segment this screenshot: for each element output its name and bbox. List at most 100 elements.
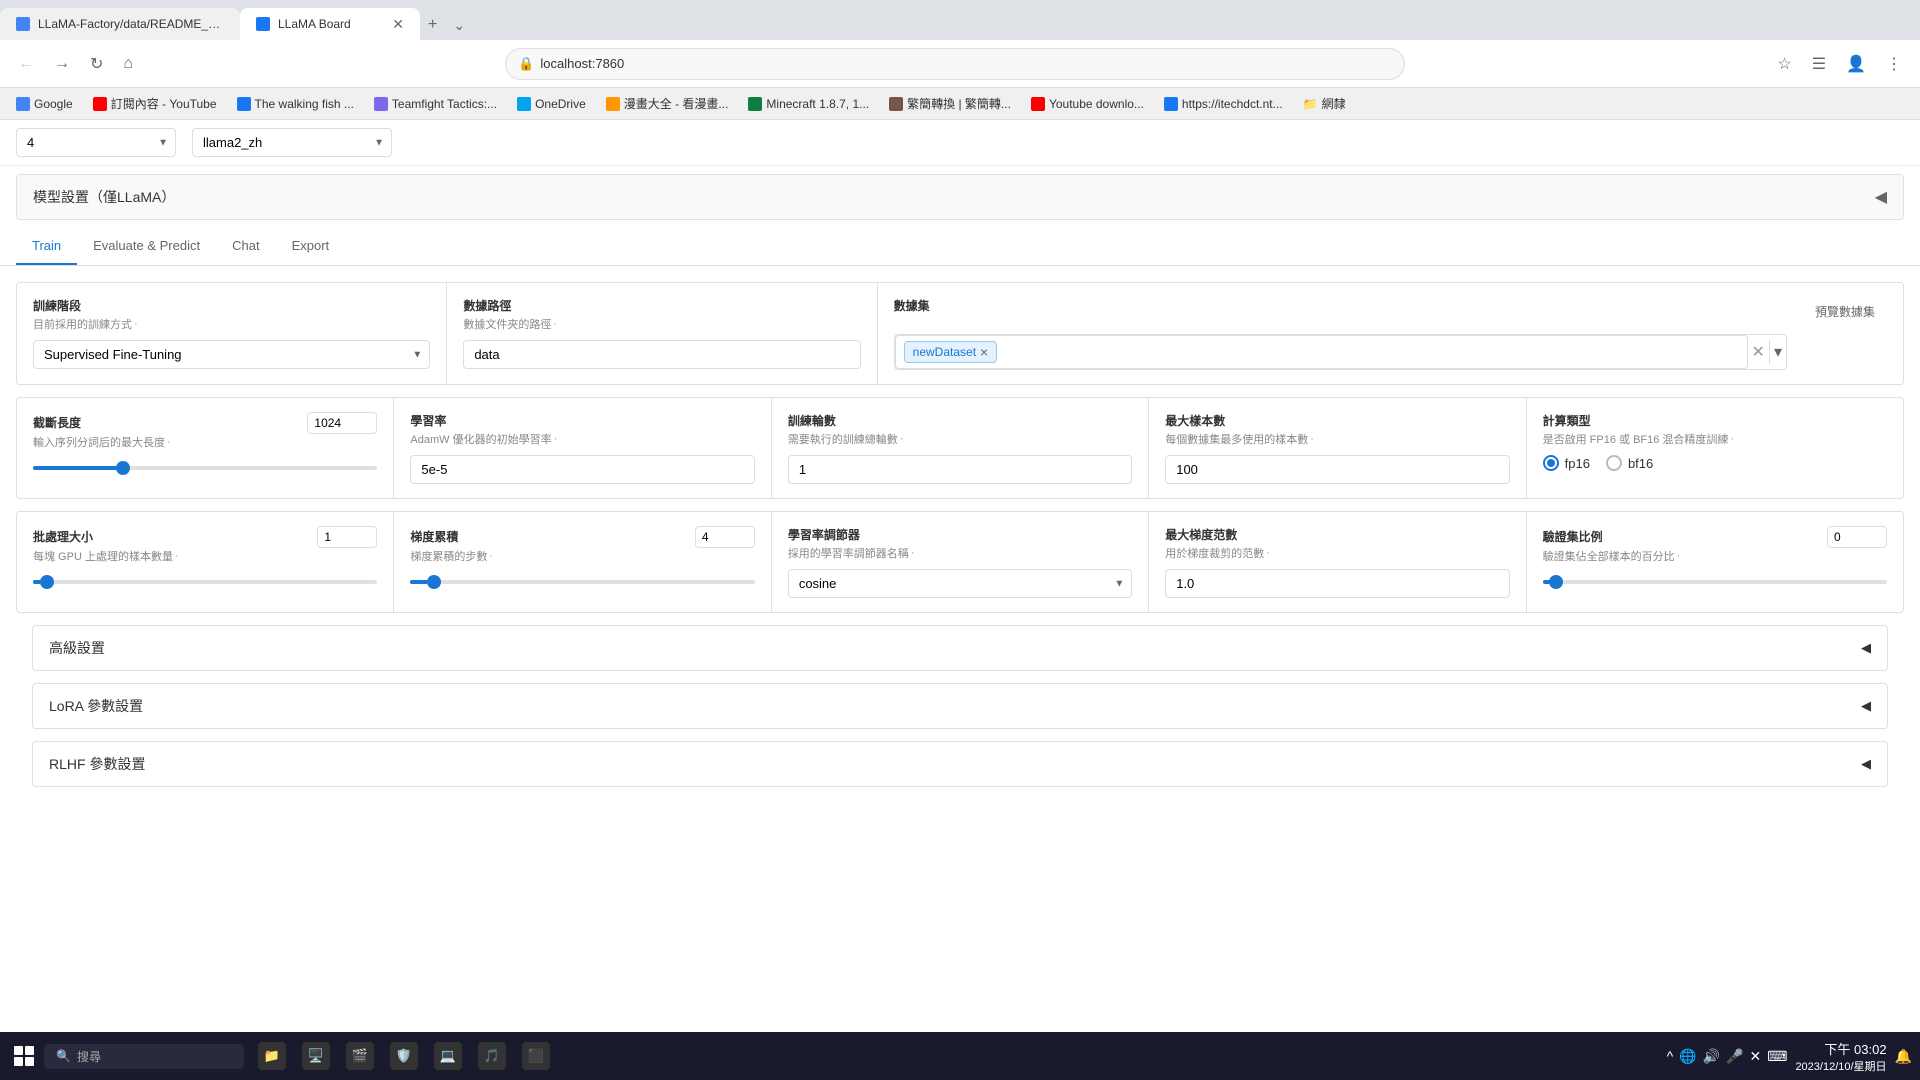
cutoff-len-input[interactable] [307,412,377,434]
bookmark-convert[interactable]: 繁簡轉換 | 繁簡轉... [881,93,1019,114]
reload-button[interactable]: ↻ [84,50,109,78]
val-ratio-input[interactable] [1827,526,1887,548]
tab-bar: LLaMA-Factory/data/README_zh.m... LLaMA … [0,0,1920,40]
cutoff-len-slider[interactable] [33,466,377,470]
tab-train[interactable]: Train [16,228,77,265]
bookmark-onedrive[interactable]: OneDrive [509,95,594,113]
taskbar: 🔍 搜尋 📁 🖥️ 🎬 🛡️ 💻 🎵 ⬛ [0,1032,1920,1080]
compute-type-desc: 是否啟用 FP16 或 BF16 混合精度訓練 · [1543,431,1887,447]
tray-mic-icon[interactable]: 🎤 [1726,1048,1743,1065]
batch-size-label: 批處理大小 [33,528,93,545]
tray-antivirus-icon[interactable]: ✕ [1749,1048,1761,1065]
preview-dataset-button[interactable]: 預覽數據集 [1803,297,1887,326]
tab-overflow-icon[interactable]: ⌄ [445,11,473,40]
lr-scheduler-select[interactable]: cosine linear constant [788,569,1132,598]
model-settings-section[interactable]: 模型設置（僅LLaMA） ◀ [16,174,1904,220]
lora-settings-chevron: ◀ [1861,698,1871,714]
bookmark-google[interactable]: Google [8,95,81,113]
fp16-radio-circle [1543,455,1559,471]
new-tab-button[interactable]: + [420,10,445,40]
taskbar-search[interactable]: 🔍 搜尋 [44,1044,244,1069]
dataset-tag-text: newDataset [913,345,976,359]
rlhf-settings-title: RLHF 參數設置 [49,754,145,774]
grad-accum-slider[interactable] [410,580,754,584]
bookmark-walkingfish[interactable]: The walking fish ... [229,95,362,113]
bookmark-minecraft[interactable]: Minecraft 1.8.7, 1... [740,95,877,113]
grad-accum-input[interactable] [695,526,755,548]
dataset-tag-close-icon[interactable]: × [980,344,988,360]
advanced-settings-header[interactable]: 高級設置 ◀ [33,626,1887,670]
taskbar-explorer-button[interactable]: 🖥️ [296,1036,336,1076]
cutoff-len-cell: 截斷長度 輸入序列分詞后的最大長度 · [17,398,394,498]
address-input[interactable]: 🔒 localhost:7860 [505,48,1405,80]
start-button[interactable] [8,1040,40,1072]
model-settings-title: 模型設置（僅LLaMA） [33,187,175,207]
extensions-button[interactable]: ☰ [1806,50,1832,78]
tab2-favicon [256,17,270,31]
top-select-2[interactable]: llama2_zh llama2 default [192,128,392,157]
grad-accum-label: 梯度累積 [410,528,458,545]
menu-button[interactable]: ⋮ [1880,50,1908,78]
profile-button[interactable]: 👤 [1840,50,1872,78]
time-block[interactable]: 下午 03:02 2023/12/10/星期日 [1795,1039,1886,1074]
bookmark-youtube[interactable]: 訂閱內容 - YouTube [85,93,225,114]
bookmark-itech[interactable]: https://itechdct.nt... [1156,95,1291,113]
tray-expand-icon[interactable]: ^ [1667,1048,1674,1064]
taskbar-terminal-button[interactable]: ⬛ [516,1036,556,1076]
taskbar-security-button[interactable]: 🛡️ [384,1036,424,1076]
home-button[interactable]: ⌂ [117,51,139,77]
compute-type-fp16[interactable]: fp16 [1543,455,1590,471]
tab-chat[interactable]: Chat [216,228,275,265]
dataset-input-row: newDataset × ✕ ▾ [894,334,1787,370]
dataset-label: 數據集 [894,297,1787,314]
compute-type-bf16[interactable]: bf16 [1606,455,1653,471]
dataset-cell: 數據集 newDataset × [878,283,1903,384]
top-select-1[interactable]: 4 1 2 8 [16,128,176,157]
training-stage-select[interactable]: Supervised Fine-Tuning Pre-Training RLHF [33,340,430,369]
notification-icon[interactable]: 🔔 [1895,1048,1912,1065]
browser-tab-1[interactable]: LLaMA-Factory/data/README_zh.m... [0,8,240,40]
tab-export[interactable]: Export [276,228,346,265]
tray-volume-icon[interactable]: 🔊 [1703,1048,1720,1065]
taskbar-media-button[interactable]: 🎬 [340,1036,380,1076]
batch-size-slider-container [33,572,377,587]
train-epochs-input[interactable] [788,455,1132,484]
taskbar-code-button[interactable]: 💻 [428,1036,468,1076]
batch-size-input[interactable] [317,526,377,548]
tab-evaluate[interactable]: Evaluate & Predict [77,228,216,265]
forward-button[interactable]: → [48,51,76,77]
taskbar-music-button[interactable]: 🎵 [472,1036,512,1076]
bookmark-tft[interactable]: Teamfight Tactics:... [366,95,505,113]
dataset-clear-button[interactable]: ✕ [1748,340,1769,364]
data-path-input[interactable] [463,340,860,369]
bookmark-folder[interactable]: 📁 網隸 [1295,93,1354,114]
learning-rate-input[interactable] [410,455,754,484]
data-path-label: 數據路徑 [463,297,860,314]
back-button[interactable]: ← [12,51,40,77]
lora-settings-header[interactable]: LoRA 參數設置 ◀ [33,684,1887,728]
max-grad-norm-desc: 用於梯度裁剪的范數 · [1165,545,1509,561]
taskbar-files-button[interactable]: 📁 [252,1036,292,1076]
batch-size-slider[interactable] [33,580,377,584]
compute-type-cell: 計算類型 是否啟用 FP16 或 BF16 混合精度訓練 · fp16 bf16 [1527,398,1903,498]
media-icon: 🎬 [346,1042,374,1070]
max-samples-input[interactable] [1165,455,1509,484]
rlhf-settings-header[interactable]: RLHF 參數設置 ◀ [33,742,1887,786]
dataset-expand-button[interactable]: ▾ [1769,340,1786,364]
main-tabs: Train Evaluate & Predict Chat Export [0,228,1920,266]
tray-input-icon[interactable]: ⌨ [1767,1048,1787,1065]
val-ratio-slider[interactable] [1543,580,1887,584]
max-samples-label: 最大樣本數 [1165,412,1509,429]
bookmark-button[interactable]: ☆ [1771,50,1797,78]
browser-tab-2[interactable]: LLaMA Board ✕ [240,8,420,40]
bookmark-manga[interactable]: 漫畫大全 - 看漫畫... [598,93,737,114]
dataset-tags-area: newDataset × [895,335,1748,369]
bookmark-ytdl[interactable]: Youtube downlo... [1023,95,1152,113]
tab2-close-icon[interactable]: ✕ [392,17,404,31]
grad-accum-desc: 梯度累積的步數 · [410,548,754,564]
max-grad-norm-input[interactable] [1165,569,1509,598]
tray-network-icon[interactable]: 🌐 [1679,1048,1696,1065]
lora-settings-section: LoRA 參數設置 ◀ [32,683,1888,729]
clock-time: 下午 03:02 [1795,1039,1886,1058]
files-icon: 📁 [258,1042,286,1070]
